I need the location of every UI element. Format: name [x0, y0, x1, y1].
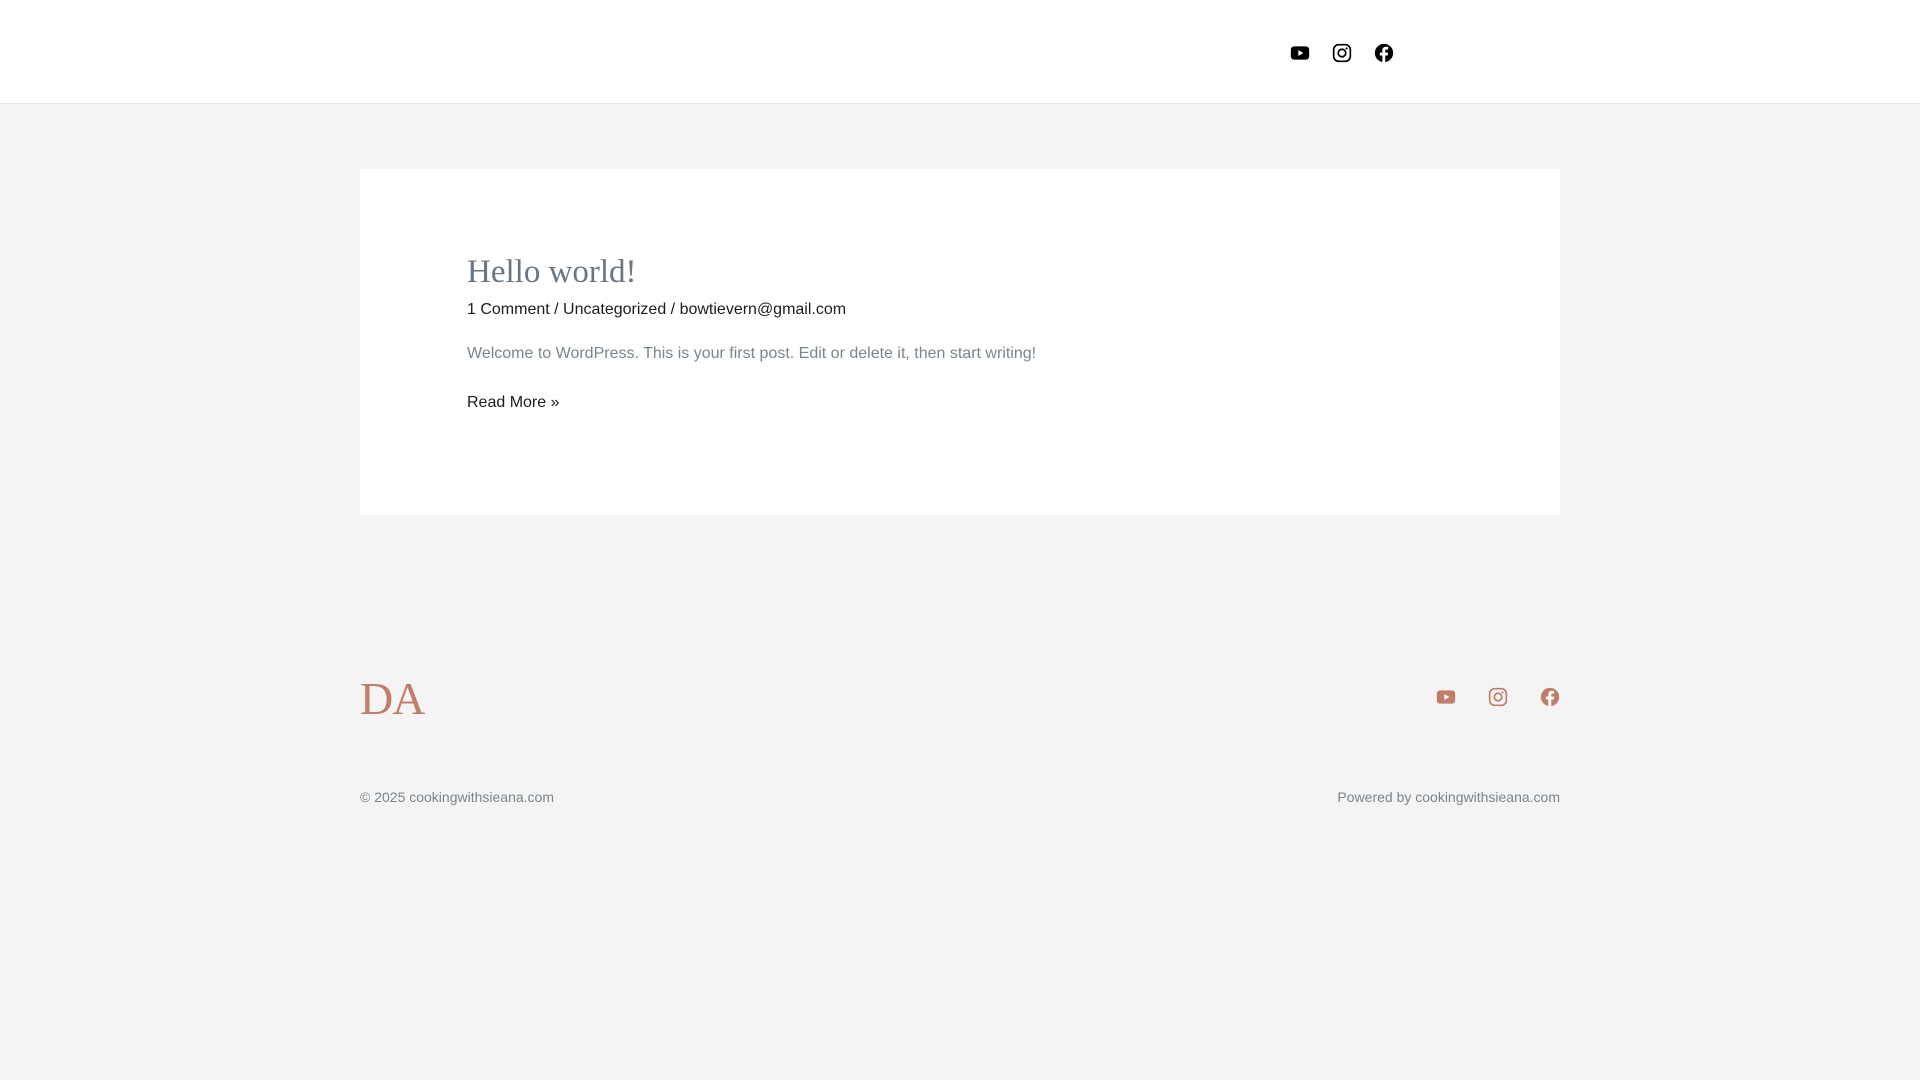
youtube-icon[interactable]: [1436, 687, 1456, 707]
powered-by-text: Powered by cookingwithsieana.com: [1337, 789, 1560, 805]
facebook-icon[interactable]: [1540, 687, 1560, 707]
post-meta: 1 Comment / Uncategorized / bowtievern@g…: [467, 301, 846, 319]
copyright-text: © 2025 cookingwithsieana.com: [360, 789, 554, 805]
instagram-icon[interactable]: [1488, 687, 1508, 707]
comments-link[interactable]: 1 Comment: [467, 301, 550, 318]
meta-separator: /: [549, 301, 564, 318]
post-card: Hello world! 1 Comment / Uncategorized /…: [360, 169, 1560, 515]
facebook-icon[interactable]: [1374, 43, 1394, 63]
youtube-icon[interactable]: [1290, 43, 1310, 63]
category-link[interactable]: Uncategorized: [563, 301, 666, 318]
footer-logo[interactable]: DA: [360, 672, 425, 725]
instagram-icon[interactable]: [1332, 43, 1352, 63]
read-more-link[interactable]: Read More »: [467, 394, 560, 412]
site-header: [0, 0, 1920, 104]
post-excerpt: Welcome to WordPress. This is your first…: [467, 345, 1037, 362]
meta-separator: /: [666, 301, 680, 318]
author-link[interactable]: bowtievern@gmail.com: [680, 301, 847, 318]
post-title[interactable]: Hello world!: [467, 254, 637, 291]
